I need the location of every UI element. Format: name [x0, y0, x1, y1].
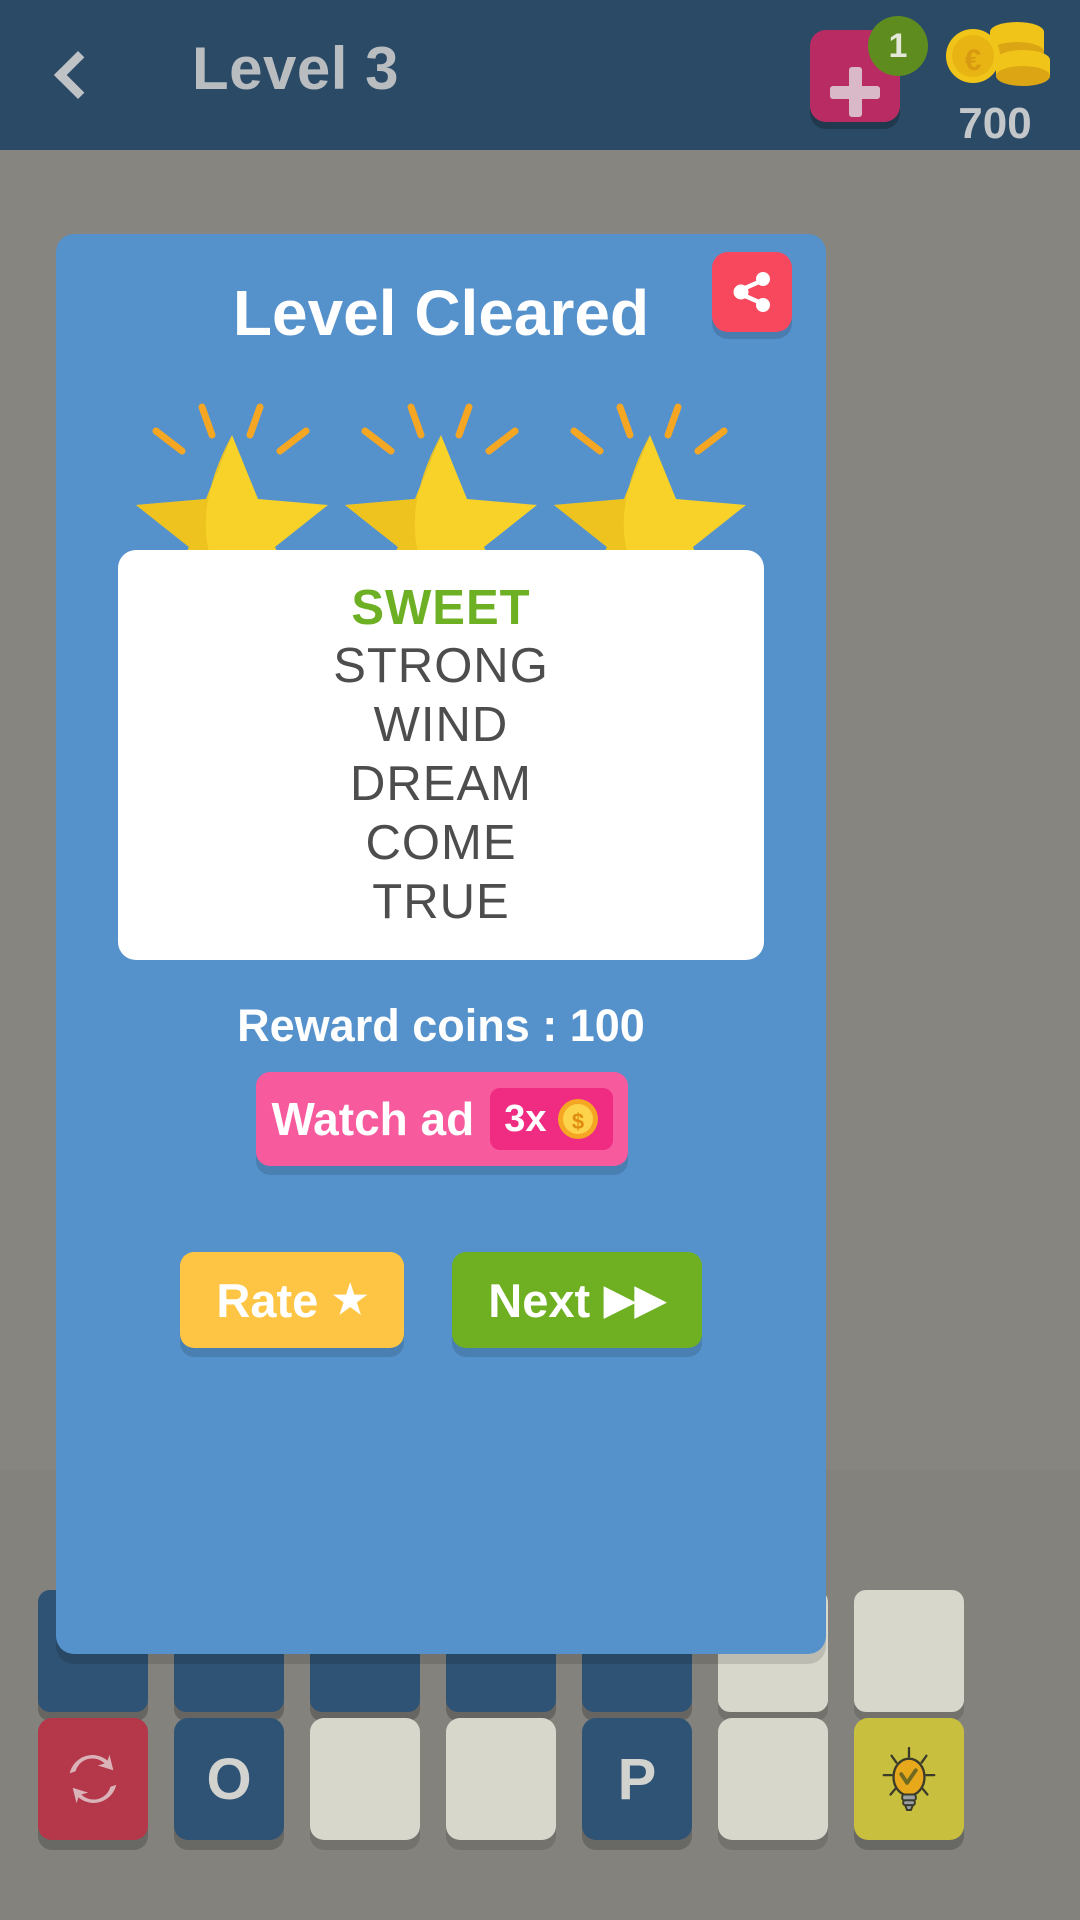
ad-multiplier-label: 3x [504, 1097, 547, 1140]
word-list-panel: SWEET STRONG WIND DREAM COME TRUE [118, 550, 764, 960]
word-item: COME [365, 815, 517, 870]
app-header: Level 3 1 € 700 [0, 0, 1080, 150]
reward-coins-label: Reward coins : 100 [237, 1000, 645, 1051]
watch-ad-button[interactable]: Watch ad 3x $ [256, 1072, 628, 1166]
coin-amount: 700 [958, 99, 1032, 148]
letter-key-blank[interactable] [718, 1718, 828, 1840]
next-button[interactable]: Next ▶▶ [452, 1252, 702, 1348]
watch-ad-label: Watch ad [271, 1093, 475, 1145]
keyboard-row: O P [38, 1718, 964, 1840]
dialog-title: Level Cleared [232, 277, 650, 349]
ad-multiplier-badge: 3x $ [490, 1088, 613, 1150]
letter-key-blank[interactable] [446, 1718, 556, 1840]
fast-forward-icon: ▶▶ [604, 1278, 666, 1322]
coin-counter[interactable]: € 700 [930, 18, 1060, 149]
word-item: WIND [373, 698, 509, 753]
svg-text:$: $ [571, 1109, 583, 1134]
background-tile [854, 1590, 964, 1712]
add-badge-count: 1 [868, 16, 928, 76]
game-screen: O P Level 3 1 € 700 Level Cleared SWEET … [0, 0, 1080, 1920]
shuffle-icon [69, 1754, 117, 1804]
hint-button[interactable] [854, 1718, 964, 1840]
dollar-coin-icon: $ [557, 1099, 598, 1139]
rate-button-label: Rate [216, 1273, 319, 1327]
star-glyph-icon: ★ [332, 1278, 369, 1322]
svg-text:€: € [965, 44, 982, 77]
letter-key-blank[interactable] [310, 1718, 420, 1840]
letter-key-o[interactable]: O [174, 1718, 284, 1840]
rate-button[interactable]: Rate ★ [180, 1252, 405, 1348]
word-item: TRUE [372, 874, 510, 929]
back-button[interactable] [38, 32, 118, 118]
word-item: SWEET [351, 580, 531, 635]
word-item: DREAM [350, 757, 532, 811]
dialog-footer-buttons: Rate ★ Next ▶▶ [56, 1252, 826, 1348]
page-title: Level 3 [192, 35, 399, 102]
next-button-label: Next [488, 1273, 591, 1327]
level-cleared-dialog: Level Cleared SWEET STRONG WIND DREAM CO… [56, 234, 826, 1654]
letter-key-p[interactable]: P [582, 1718, 692, 1840]
shuffle-button[interactable] [38, 1718, 148, 1840]
chevron-left-icon [53, 50, 103, 100]
word-item: STRONG [333, 639, 549, 694]
letter-key-label: O [206, 1746, 252, 1812]
plus-icon [848, 67, 862, 117]
lightbulb-icon [882, 1746, 936, 1811]
coin-stack-icon: € [946, 22, 1050, 86]
letter-key-label: P [617, 1746, 657, 1812]
